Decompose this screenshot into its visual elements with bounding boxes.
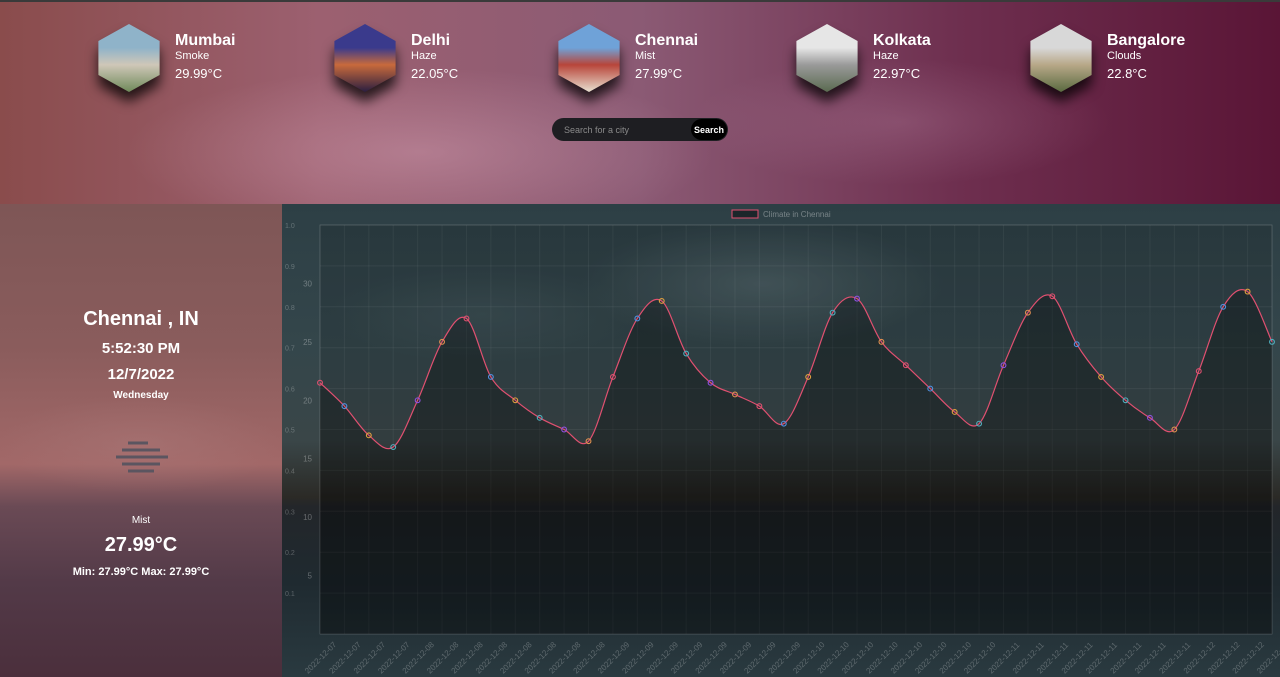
current-day: Wednesday bbox=[113, 390, 169, 401]
city-name: Delhi bbox=[411, 32, 451, 49]
city-condition: Haze bbox=[873, 50, 899, 62]
search-bar: Search bbox=[552, 118, 728, 141]
city-photo-frame bbox=[1027, 24, 1095, 92]
current-time: 5:52:30 PM bbox=[101, 340, 181, 357]
city-temperature: 22.05°C bbox=[411, 66, 459, 81]
city-name: Chennai bbox=[635, 32, 699, 49]
city-photo-frame bbox=[793, 24, 861, 92]
y2-tick-label: 0.2 bbox=[285, 550, 295, 557]
search-input[interactable] bbox=[562, 121, 686, 139]
city-photo-frame bbox=[331, 24, 399, 92]
y2-tick-label: 0.9 bbox=[285, 264, 295, 271]
y2-tick-label: 0.5 bbox=[285, 428, 295, 435]
legend-label: Climate in Chennai bbox=[763, 210, 831, 219]
city-name: Mumbai bbox=[175, 32, 236, 49]
city-name: Bangalore bbox=[1107, 32, 1186, 49]
current-date: 12/7/2022 bbox=[107, 366, 175, 383]
city-condition: Haze bbox=[411, 50, 437, 62]
city-condition: Mist bbox=[635, 50, 656, 62]
y2-tick-label: 0.7 bbox=[285, 346, 295, 353]
y-tick-label: 10 bbox=[303, 513, 312, 522]
y2-tick-label: 0.4 bbox=[285, 468, 295, 475]
y-tick-label: 20 bbox=[303, 396, 312, 405]
y2-tick-label: 1.0 bbox=[285, 223, 295, 230]
y-tick-label: 30 bbox=[303, 279, 312, 288]
y-tick-label: 15 bbox=[303, 455, 312, 464]
city-photo bbox=[1030, 24, 1092, 92]
current-temperature: 27.99°C bbox=[104, 534, 178, 556]
search-button[interactable]: Search bbox=[691, 119, 727, 140]
weather-condition: Mist bbox=[131, 515, 151, 526]
city-condition: Clouds bbox=[1107, 50, 1142, 62]
location-name: Chennai , IN bbox=[83, 308, 199, 330]
city-photo-frame bbox=[555, 24, 623, 92]
header-banner: Mumbai Smoke 29.99°C Delhi Haze 22.05°C Chenna… bbox=[0, 0, 1280, 204]
climate-line-chart: 30 25 20 15 10 5 1.0 0.9 0.8 0.7 0.6 0.5 0.4 0.3 0.2 0.… bbox=[285, 209, 1280, 675]
city-info: Delhi Haze 22.05°C bbox=[411, 32, 458, 83]
y2-tick-label: 0.1 bbox=[285, 591, 295, 598]
y2-tick-label: 0.6 bbox=[285, 387, 295, 394]
city-temperature: 22.8°C bbox=[1107, 66, 1147, 81]
y2-tick-label: 0.8 bbox=[285, 305, 295, 312]
city-condition: Smoke bbox=[175, 50, 210, 62]
y-tick-label: 5 bbox=[308, 572, 313, 581]
city-name: Kolkata bbox=[873, 32, 931, 49]
city-temperature: 29.99°C bbox=[175, 66, 223, 81]
current-weather-panel: Chennai , IN 5:52:30 PM 12/7/2022 Wednes… bbox=[0, 204, 282, 677]
city-photo-frame bbox=[95, 24, 163, 92]
city-photo bbox=[796, 24, 858, 92]
legend-swatch bbox=[731, 209, 759, 219]
city-info: Kolkata Haze 22.97°C bbox=[873, 32, 931, 83]
mist-icon bbox=[116, 441, 168, 473]
city-temperature: 27.99°C bbox=[635, 66, 683, 81]
city-temperature: 22.97°C bbox=[873, 66, 921, 81]
city-info: Chennai Mist 27.99°C bbox=[635, 32, 698, 83]
city-photo bbox=[558, 24, 620, 92]
city-photo bbox=[98, 24, 160, 92]
city-info: Bangalore Clouds 22.8°C bbox=[1107, 32, 1185, 83]
min-max-temperature: Min: 27.99°C Max: 27.99°C bbox=[72, 566, 210, 578]
y2-tick-label: 0.3 bbox=[285, 509, 295, 516]
city-info: Mumbai Smoke 29.99°C bbox=[175, 32, 235, 83]
y-tick-label: 25 bbox=[303, 338, 312, 347]
city-photo bbox=[334, 24, 396, 92]
climate-chart-area: 30 25 20 15 10 5 1.0 0.9 0.8 0.7 0.6 0.5 0.4 0.3 0.2 0.… bbox=[282, 204, 1280, 677]
